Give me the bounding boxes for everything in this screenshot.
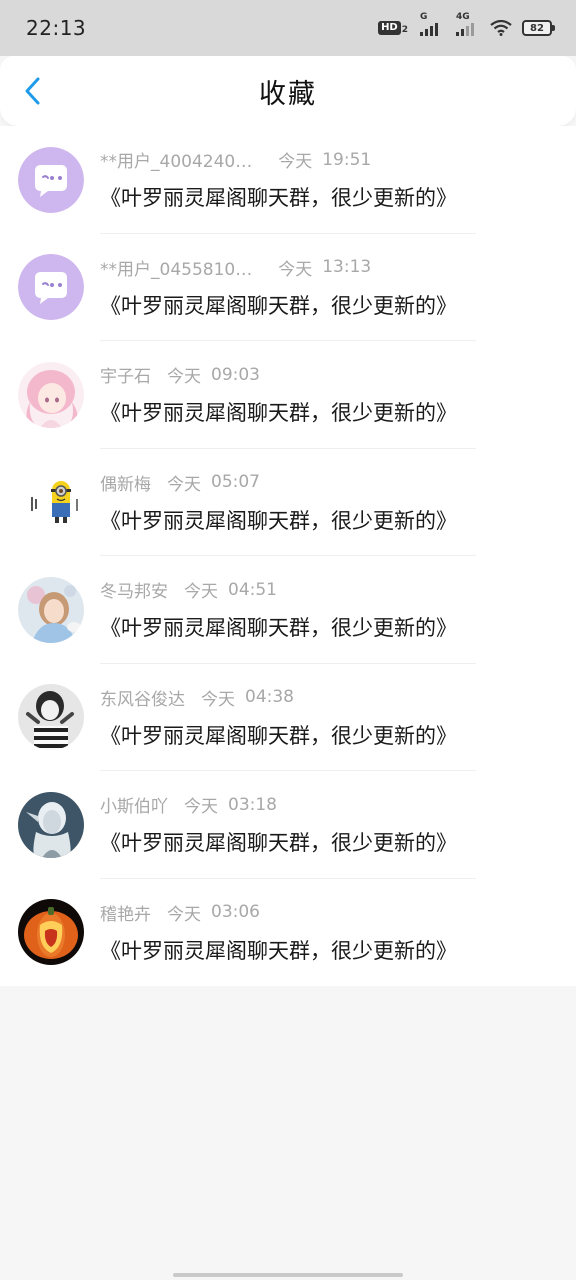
hd-network-icon: HD 2 (378, 21, 408, 35)
message-text: 《叶罗丽灵犀阁聊天群，很少更新的》 (100, 508, 457, 533)
date-label: 今天 (201, 689, 235, 710)
list-item[interactable]: 冬马邦安 今天 04:51 《叶罗丽灵犀阁聊天群，很少更新的》 (0, 556, 576, 664)
date-label: 今天 (278, 259, 313, 280)
date-label: 今天 (167, 904, 201, 925)
page-title: 收藏 (259, 78, 317, 110)
time-label: 04:38 (245, 687, 294, 708)
list-item[interactable]: **用户_4004240… 今天 19:51 《叶罗丽灵犀阁聊天群，很少更新的》 (0, 126, 576, 234)
bw-girl-avatar (18, 684, 84, 751)
sender-name: **用户_0455810… (100, 259, 253, 280)
date-label: 今天 (184, 797, 218, 818)
list-item[interactable]: **用户_0455810… 今天 13:13 《叶罗丽灵犀阁聊天群，很少更新的》 (0, 234, 576, 341)
list-item[interactable]: 稽艳卉 今天 03:06 《叶罗丽灵犀阁聊天群，很少更新的》 (0, 879, 576, 987)
date-label: 今天 (167, 367, 201, 388)
message-text: 《叶罗丽灵犀阁聊天群，很少更新的》 (100, 616, 457, 641)
time-label: 03:18 (228, 794, 277, 815)
time-label: 13:13 (322, 257, 372, 278)
home-indicator[interactable] (173, 1273, 403, 1277)
time-label: 19:51 (322, 149, 372, 170)
back-button[interactable] (18, 76, 48, 106)
message-text: 《叶罗丽灵犀阁聊天群，很少更新的》 (100, 293, 457, 318)
date-label: 今天 (278, 152, 313, 173)
list-item[interactable]: 偶新梅 今天 05:07 《叶罗丽灵犀阁聊天群，很少更新的》 (0, 449, 576, 556)
time-label: 04:51 (228, 579, 277, 600)
elf-avatar (18, 791, 84, 858)
chat-bubble-icon (18, 254, 84, 321)
signal-4g-icon: 4G (456, 12, 474, 36)
message-text: 《叶罗丽灵犀阁聊天群，很少更新的》 (100, 938, 457, 963)
list-item[interactable]: 宇子石 今天 09:03 《叶罗丽灵犀阁聊天群，很少更新的》 (0, 341, 576, 449)
message-text: 《叶罗丽灵犀阁聊天群，很少更新的》 (100, 723, 457, 748)
sender-name: 东风谷俊达 (100, 689, 185, 710)
time-label: 09:03 (211, 364, 260, 385)
sender-name: 宇子石 (100, 367, 151, 388)
message-text: 《叶罗丽灵犀阁聊天群，很少更新的》 (100, 831, 457, 856)
minion-avatar (18, 469, 84, 536)
list-item[interactable]: 东风谷俊达 今天 04:38 《叶罗丽灵犀阁聊天群，很少更新的》 (0, 664, 576, 771)
wifi-icon (490, 20, 512, 36)
pumpkin-avatar (18, 899, 84, 966)
favorites-list: **用户_4004240… 今天 19:51 《叶罗丽灵犀阁聊天群，很少更新的》… (0, 126, 576, 986)
chat-bubble-icon (18, 146, 84, 213)
status-icons: HD 2 G 4G 82 (378, 12, 555, 36)
battery-icon: 82 (522, 20, 555, 36)
sender-name: **用户_4004240… (100, 152, 253, 173)
sender-name: 偶新梅 (100, 474, 151, 495)
status-time: 22:13 (26, 16, 87, 40)
anime-girl-avatar (18, 361, 84, 428)
signal-icon: G (420, 12, 438, 36)
chevron-left-icon (25, 77, 40, 105)
date-label: 今天 (184, 582, 218, 603)
header: 收藏 (0, 56, 576, 126)
time-label: 03:06 (211, 902, 260, 923)
sender-name: 稽艳卉 (100, 904, 151, 925)
status-bar: 22:13 HD 2 G 4G 82 (0, 0, 576, 56)
sender-name: 冬马邦安 (100, 582, 168, 603)
time-label: 05:07 (211, 472, 260, 493)
sender-name: 小斯伯吖 (100, 797, 168, 818)
date-label: 今天 (167, 474, 201, 495)
message-text: 《叶罗丽灵犀阁聊天群，很少更新的》 (100, 401, 457, 426)
girl-photo-avatar (18, 576, 84, 643)
message-text: 《叶罗丽灵犀阁聊天群，很少更新的》 (100, 186, 457, 211)
list-item[interactable]: 小斯伯吖 今天 03:18 《叶罗丽灵犀阁聊天群，很少更新的》 (0, 771, 576, 879)
